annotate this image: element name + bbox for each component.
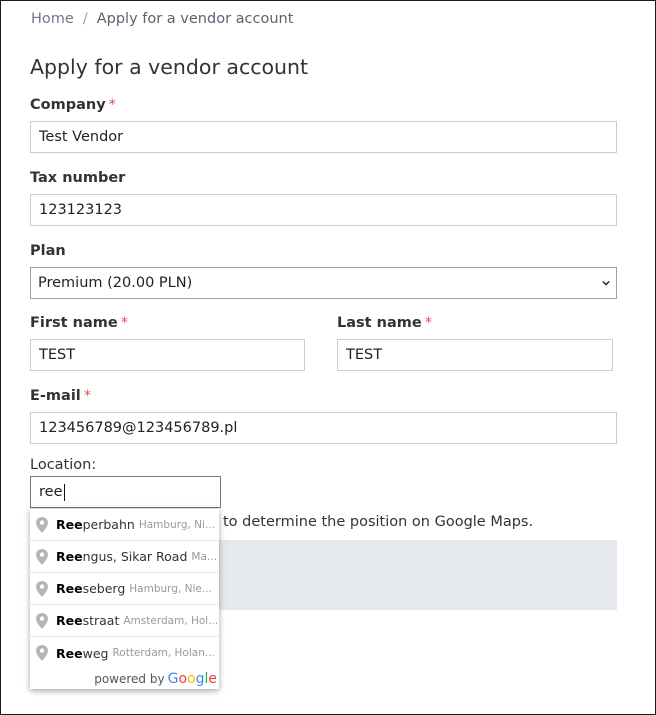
autocomplete-match: Ree xyxy=(56,517,83,532)
required-mark: * xyxy=(83,388,92,404)
breadcrumb-current: Apply for a vendor account xyxy=(96,11,294,27)
autocomplete-secondary: Ma... xyxy=(191,550,217,563)
autocomplete-item[interactable]: Ree weg Rotterdam, Holan... xyxy=(30,637,219,669)
google-logo: Google xyxy=(168,671,217,687)
google-logo-letter: e xyxy=(208,671,217,687)
company-input-value: Test Vendor xyxy=(39,129,124,145)
autocomplete-rest: ngus, Sikar Road xyxy=(82,549,188,564)
autocomplete-item[interactable]: Ree straat Amsterdam, Hol... xyxy=(30,605,219,637)
breadcrumb-home-link[interactable]: Home xyxy=(31,11,74,27)
location-input[interactable]: ree xyxy=(30,476,221,508)
autocomplete-rest: straat xyxy=(82,613,120,628)
autocomplete-match: Ree xyxy=(56,613,83,628)
last-name-label: Last name * xyxy=(337,315,432,331)
plan-select[interactable]: Premium (20.00 PLN) xyxy=(30,267,617,299)
map-pin-icon xyxy=(36,516,48,533)
google-logo-letter: o xyxy=(187,671,196,687)
autocomplete-match: Ree xyxy=(56,645,83,661)
chevron-down-icon xyxy=(602,280,610,286)
last-name-input[interactable]: TEST xyxy=(337,339,613,371)
autocomplete-match: Ree xyxy=(56,581,83,596)
map-pin-icon xyxy=(36,548,48,565)
breadcrumb-separator: / xyxy=(82,11,88,27)
autocomplete-item[interactable]: Ree perbahn Hamburg, Ni... xyxy=(30,509,219,541)
tax-number-label: Tax number xyxy=(30,170,126,186)
text-caret xyxy=(63,483,65,501)
autocomplete-rest: weg xyxy=(82,645,109,661)
tax-number-input[interactable]: 123123123 xyxy=(30,194,617,226)
plan-label: Plan xyxy=(30,243,66,259)
first-name-label: First name * xyxy=(30,315,128,331)
page-title: Apply for a vendor account xyxy=(30,55,309,79)
autocomplete-attribution: powered by Google xyxy=(30,669,219,689)
location-input-value: ree xyxy=(39,484,63,500)
email-input[interactable]: 123456789@123456789.pl xyxy=(30,412,617,444)
location-label: Location: xyxy=(30,457,97,473)
map-pin-icon xyxy=(36,580,48,597)
autocomplete-item[interactable]: Ree seberg Hamburg, Nie... xyxy=(30,573,219,605)
plan-select-value: Premium (20.00 PLN) xyxy=(38,275,193,291)
breadcrumb: Home / Apply for a vendor account xyxy=(31,11,293,27)
location-hint: to determine the position on Google Maps… xyxy=(223,514,534,530)
autocomplete-rest: perbahn xyxy=(82,517,135,532)
autocomplete-secondary: Amsterdam, Hol... xyxy=(123,614,219,627)
company-label: Company * xyxy=(30,97,116,113)
first-name-input[interactable]: TEST xyxy=(30,339,305,371)
required-mark: * xyxy=(120,315,128,331)
google-logo-letter: G xyxy=(167,671,179,687)
autocomplete-match: Ree xyxy=(56,549,83,564)
required-mark: * xyxy=(424,315,432,331)
autocomplete-secondary: Rotterdam, Holan... xyxy=(112,647,215,659)
map-pin-icon xyxy=(36,645,48,661)
first-name-input-value: TEST xyxy=(39,347,76,363)
email-label: E-mail * xyxy=(30,388,92,404)
company-input[interactable]: Test Vendor xyxy=(30,121,617,153)
location-autocomplete-dropdown: Ree perbahn Hamburg, Ni... Ree ngus, Sikar … xyxy=(30,508,219,689)
autocomplete-rest: seberg xyxy=(82,581,126,596)
required-mark: * xyxy=(108,97,116,113)
email-input-value: 123456789@123456789.pl xyxy=(39,420,238,436)
autocomplete-secondary: Hamburg, Nie... xyxy=(129,582,212,595)
powered-by-text: powered by xyxy=(94,672,165,686)
google-logo-letter: o xyxy=(178,671,188,687)
autocomplete-item[interactable]: Ree ngus, Sikar Road Ma... xyxy=(30,541,219,573)
autocomplete-secondary: Hamburg, Ni... xyxy=(138,518,215,531)
last-name-input-value: TEST xyxy=(346,347,383,363)
map-pin-icon xyxy=(36,612,48,629)
tax-number-input-value: 123123123 xyxy=(39,202,123,218)
